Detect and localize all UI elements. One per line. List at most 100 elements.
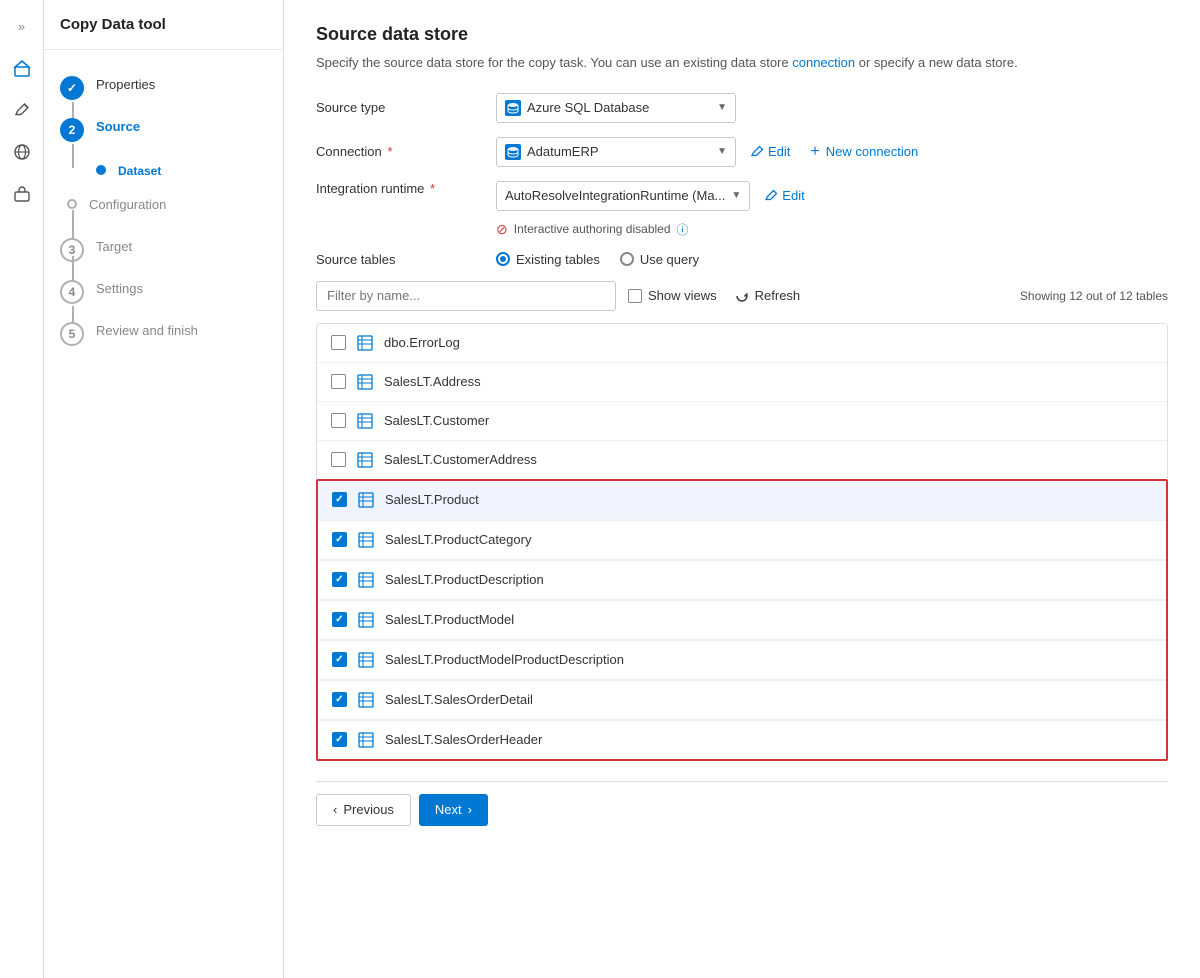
table-checkbox-6[interactable]	[332, 572, 347, 587]
radio-existing-tables[interactable]: Existing tables	[496, 252, 600, 267]
source-type-row: Source type Azure SQL Database ▼	[316, 93, 1168, 123]
ir-controls: AutoResolveIntegrationRuntime (Ma... ▼ E…	[496, 181, 811, 238]
expand-icon[interactable]: »	[4, 8, 40, 44]
step2-circle: 2	[60, 118, 84, 142]
ir-value: AutoResolveIntegrationRuntime (Ma...	[505, 188, 725, 203]
table-checkbox-4[interactable]	[332, 492, 347, 507]
source-type-label: Source type	[316, 100, 496, 115]
step1-circle: ✓	[60, 76, 84, 100]
page-title: Source data store	[316, 24, 1168, 45]
globe-icon[interactable]	[4, 134, 40, 170]
refresh-button[interactable]: Refresh	[729, 284, 807, 307]
table-grid-icon-1	[356, 373, 374, 391]
table-checkbox-8[interactable]	[332, 652, 347, 667]
integration-warning: ⊘ Interactive authoring disabled ⓘ	[496, 221, 689, 238]
table-row[interactable]: SalesLT.Customer	[317, 402, 1167, 441]
table-name-8: SalesLT.ProductModelProductDescription	[385, 652, 624, 667]
bottom-nav: ‹ Previous Next ›	[316, 781, 1168, 838]
table-checkbox-10[interactable]	[332, 732, 347, 747]
warning-icon: ⊘	[496, 221, 508, 238]
authoring-info-icon[interactable]: ⓘ	[677, 221, 689, 238]
source-type-icon	[505, 100, 521, 116]
table-checkbox-0[interactable]	[331, 335, 346, 350]
new-connection-button[interactable]: + New connection	[804, 139, 924, 165]
table-row[interactable]: SalesLT.SalesOrderHeader	[318, 720, 1166, 759]
table-row[interactable]: SalesLT.CustomerAddress	[317, 441, 1167, 479]
source-type-chevron: ▼	[717, 102, 727, 113]
table-grid-icon-7	[357, 611, 375, 629]
table-grid-icon-8	[357, 651, 375, 669]
prev-chevron-icon: ‹	[333, 802, 337, 817]
step-configuration[interactable]: Configuration	[44, 178, 283, 220]
source-type-dropdown[interactable]: Azure SQL Database ▼	[496, 93, 736, 123]
home-icon[interactable]	[4, 50, 40, 86]
edit-connection-button[interactable]: Edit	[744, 140, 796, 163]
dataset-label: Dataset	[118, 162, 161, 178]
connection-dropdown[interactable]: AdatumERP ▼	[496, 137, 736, 167]
nav-steps: ✓ Properties 2 Source Dataset C	[44, 50, 283, 370]
integration-runtime-dropdown[interactable]: AutoResolveIntegrationRuntime (Ma... ▼	[496, 181, 750, 211]
table-name-9: SalesLT.SalesOrderDetail	[385, 692, 533, 707]
radio-use-query[interactable]: Use query	[620, 252, 699, 267]
connection-icon	[505, 144, 521, 160]
step2-line	[72, 144, 74, 168]
table-list-unselected: dbo.ErrorLog SalesLT.Address SalesLT.Cus…	[316, 323, 1168, 479]
table-grid-icon-6	[357, 571, 375, 589]
table-grid-icon-0	[356, 334, 374, 352]
ir-required: *	[426, 181, 435, 196]
table-checkbox-9[interactable]	[332, 692, 347, 707]
next-chevron-icon: ›	[468, 802, 472, 817]
previous-button[interactable]: ‹ Previous	[316, 794, 411, 826]
table-row[interactable]: SalesLT.ProductDescription	[318, 560, 1166, 600]
table-grid-icon-9	[357, 691, 375, 709]
table-row[interactable]: SalesLT.ProductCategory	[318, 520, 1166, 560]
selection-box: SalesLT.Product SalesLT.ProductCategory …	[316, 479, 1168, 761]
next-button[interactable]: Next ›	[419, 794, 488, 826]
table-list-container: dbo.ErrorLog SalesLT.Address SalesLT.Cus…	[316, 323, 1168, 761]
edit-ir-button[interactable]: Edit	[758, 184, 810, 207]
dataset-dot	[96, 165, 106, 175]
table-row[interactable]: SalesLT.Address	[317, 363, 1167, 402]
source-type-value: Azure SQL Database	[527, 100, 649, 115]
connection-required: *	[384, 144, 393, 159]
edit-icon[interactable]	[4, 92, 40, 128]
source-type-controls: Azure SQL Database ▼	[496, 93, 736, 123]
radio-existing-circle	[496, 252, 510, 266]
step-settings[interactable]: 4 Settings	[44, 270, 283, 312]
main-content: Source data store Specify the source dat…	[284, 0, 1200, 978]
table-row[interactable]: SalesLT.ProductModel	[318, 600, 1166, 640]
step2-label: Source	[96, 116, 140, 134]
table-row[interactable]: SalesLT.ProductModelProductDescription	[318, 640, 1166, 680]
show-views-checkbox[interactable]	[628, 289, 642, 303]
step-target[interactable]: 3 Target	[44, 220, 283, 270]
table-checkbox-3[interactable]	[331, 452, 346, 467]
filter-bar: Show views Refresh Showing 12 out of 12 …	[316, 281, 1168, 311]
step3-label: Target	[96, 236, 132, 254]
table-row[interactable]: SalesLT.Product	[318, 481, 1166, 520]
briefcase-icon[interactable]	[4, 176, 40, 212]
step1-label: Properties	[96, 74, 155, 92]
sidebar-icons: »	[0, 0, 44, 978]
table-checkbox-1[interactable]	[331, 374, 346, 389]
connection-label: Connection *	[316, 144, 496, 159]
table-row[interactable]: dbo.ErrorLog	[317, 324, 1167, 363]
table-name-2: SalesLT.Customer	[384, 413, 489, 428]
step5-circle: 5	[60, 322, 84, 346]
connection-link[interactable]: connection	[792, 55, 855, 70]
step4-circle: 4	[60, 280, 84, 304]
step-source[interactable]: 2 Source Dataset	[44, 108, 283, 178]
showing-count: Showing 12 out of 12 tables	[1020, 289, 1168, 303]
table-row[interactable]: SalesLT.SalesOrderDetail	[318, 680, 1166, 720]
table-name-7: SalesLT.ProductModel	[385, 612, 514, 627]
step-review[interactable]: 5 Review and finish	[44, 312, 283, 354]
table-checkbox-5[interactable]	[332, 532, 347, 547]
step-properties[interactable]: ✓ Properties	[44, 66, 283, 108]
source-tables-label: Source tables	[316, 252, 496, 267]
table-checkbox-2[interactable]	[331, 413, 346, 428]
filter-input[interactable]	[316, 281, 616, 311]
integration-runtime-row: Integration runtime * AutoResolveIntegra…	[316, 181, 1168, 238]
show-views-label[interactable]: Show views	[628, 288, 717, 303]
table-grid-icon-10	[357, 731, 375, 749]
table-checkbox-7[interactable]	[332, 612, 347, 627]
connection-chevron: ▼	[717, 146, 727, 157]
